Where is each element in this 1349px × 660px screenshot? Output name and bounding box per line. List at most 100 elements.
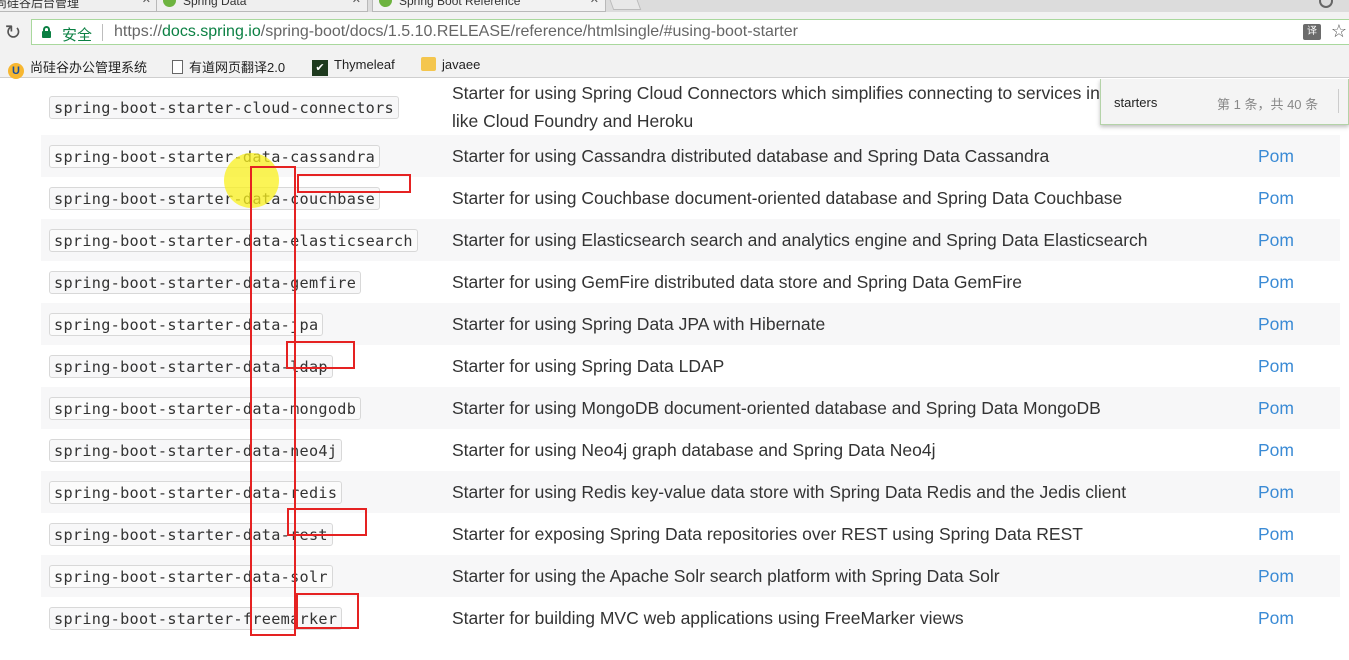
find-input[interactable]: starters: [1114, 95, 1157, 110]
pom-link[interactable]: Pom: [1252, 387, 1340, 429]
new-tab-button[interactable]: [606, 0, 642, 10]
reload-icon[interactable]: ↻: [2, 20, 24, 45]
url-text[interactable]: https://docs.spring.io/spring-boot/docs/…: [114, 23, 798, 41]
bookmark-label: 尚硅谷办公管理系统: [30, 60, 148, 75]
table-row: spring-boot-starter-data-solr Starter for…: [41, 555, 1340, 597]
table-row: spring-boot-starter-data-gemfire Starter …: [41, 261, 1340, 303]
url-path: /spring-boot/docs/1.5.10.RELEASE/referen…: [260, 23, 798, 40]
pom-link[interactable]: Pom: [1252, 261, 1340, 303]
bookmark-item[interactable]: javaee: [421, 57, 480, 72]
table-row: spring-boot-starter-data-elasticsearch St…: [41, 219, 1340, 261]
starter-name-cell: spring-boot-starter-data-rest: [41, 513, 444, 555]
table-row: spring-boot-starter-data-jpa Starter for …: [41, 303, 1340, 345]
starter-name-cell: spring-boot-starter-data-mongodb: [41, 387, 444, 429]
bookmark-item[interactable]: U 尚硅谷办公管理系统: [8, 57, 147, 79]
starter-name-cell: spring-boot-starter-data-ldap: [41, 345, 444, 387]
url-scheme: https://: [114, 23, 163, 40]
starter-name: spring-boot-starter-cloud-connectors: [49, 95, 399, 119]
url-host: docs.spring.io: [162, 23, 261, 40]
pom-link[interactable]: Pom: [1252, 597, 1340, 639]
bookmark-label: javaee: [442, 57, 481, 72]
starter-name: spring-boot-starter-data-mongodb: [49, 396, 362, 420]
close-icon[interactable]: ✕: [352, 0, 361, 6]
starter-description: Starter for using Redis key-value data s…: [444, 471, 1252, 513]
annotation-box-data: [250, 166, 296, 636]
bookmarks-bar: U 尚硅谷办公管理系统 有道网页翻译2.0 ✔ Thymeleaf javaee: [0, 54, 1349, 79]
starter-name-cell: spring-boot-starter-data-jpa: [41, 303, 444, 345]
starter-name-cell: spring-boot-starter-freemarker: [41, 597, 444, 639]
logo-icon: U: [8, 63, 24, 79]
tab-title: Spring Data: [183, 0, 247, 8]
annotation-box-cassandra: [297, 174, 411, 193]
pom-link[interactable]: Pom: [1252, 429, 1340, 471]
starter-description: Starter for using the Apache Solr search…: [444, 555, 1252, 597]
tab-spring-boot-reference[interactable]: Spring Boot Reference ✕: [372, 0, 606, 12]
starter-description: Starter for using Couchbase document-ori…: [452, 188, 1123, 208]
table-row: spring-boot-starter-data-redis Starter fo…: [41, 471, 1340, 513]
pom-link[interactable]: Pom: [1252, 513, 1340, 555]
table-row: spring-boot-starter-data-neo4j Starter fo…: [41, 429, 1340, 471]
pom-link[interactable]: Pom: [1252, 345, 1340, 387]
pom-link[interactable]: Pom: [1252, 471, 1340, 513]
starter-name: spring-boot-starter-data-redis: [49, 480, 343, 504]
starter-description: Starter for exposing Spring Data reposit…: [452, 524, 1083, 544]
translate-icon[interactable]: 译: [1303, 24, 1321, 40]
table-row: spring-boot-starter-data-rest Starter for…: [41, 513, 1340, 555]
tab-spring-data[interactable]: Spring Data ✕: [156, 0, 368, 12]
starter-description: Starter for using Neo4j graph database a…: [452, 440, 936, 460]
annotation-box-solr: [296, 593, 359, 629]
tab-title: 尚硅谷后台管理: [0, 0, 80, 10]
starter-description: Starter for using GemFire distributed da…: [452, 272, 1022, 292]
starter-description: Starter for using Spring Data JPA with H…: [444, 303, 1252, 345]
table-row: spring-boot-starter-freemarker Starter fo…: [41, 597, 1340, 639]
pom-link[interactable]: Pom: [1252, 555, 1340, 597]
starter-description: Starter for using Elasticsearch search a…: [444, 219, 1252, 261]
starter-name-cell: spring-boot-starter-data-gemfire: [41, 261, 444, 303]
pom-link[interactable]: Pom: [1252, 135, 1340, 177]
close-icon[interactable]: ✕: [142, 0, 151, 6]
annotation-box-redis: [287, 508, 367, 536]
divider: [102, 24, 103, 41]
bookmark-label: Thymeleaf: [334, 57, 395, 72]
bookmark-item[interactable]: 有道网页翻译2.0: [172, 57, 285, 76]
pom-link[interactable]: Pom: [1252, 177, 1340, 219]
tab-strip: 尚硅谷后台管理 ✕ Spring Data ✕ Spring Boot Refe…: [0, 0, 1349, 12]
spring-leaf-icon: [379, 0, 392, 7]
starter-description: Starter for using Spring Data LDAP: [452, 356, 725, 376]
starter-name-cell: spring-boot-starter-data-neo4j: [41, 429, 444, 471]
browser-toolbar: ↻ 安全 https://docs.spring.io/spring-boot/…: [0, 12, 1349, 54]
annotation-box-jpa: [286, 341, 355, 369]
close-icon[interactable]: ✕: [590, 0, 599, 6]
starter-name: spring-boot-starter-data-elasticsearch: [49, 228, 418, 252]
starter-name-cell: spring-boot-starter-data-redis: [41, 471, 444, 513]
tab-admin[interactable]: 尚硅谷后台管理 ✕: [0, 0, 158, 12]
pom-link[interactable]: Pom: [1252, 219, 1340, 261]
bookmark-label: 有道网页翻译2.0: [189, 60, 286, 75]
page-content: spring-boot-starter-cloud-connectors spri…: [0, 79, 1349, 660]
starter-name: spring-boot-starter-data-cassandra: [49, 144, 381, 168]
find-match-count: 第 1 条，共 40 条: [1217, 97, 1319, 112]
table-row: spring-boot-starter-data-mongodb Starter …: [41, 387, 1340, 429]
folder-icon: [421, 57, 436, 71]
bookmark-item[interactable]: ✔ Thymeleaf: [312, 57, 395, 76]
tab-title: Spring Boot Reference: [399, 0, 521, 8]
divider: [1338, 89, 1339, 113]
pom-link[interactable]: Pom: [1252, 303, 1340, 345]
starter-name-cell: spring-boot-starter-data-elasticsearch: [41, 219, 444, 261]
lock-icon[interactable]: [42, 26, 51, 38]
user-menu-icon[interactable]: [1319, 0, 1333, 8]
table-row: spring-boot-starter-data-ldap Starter for…: [41, 345, 1340, 387]
find-bar: starters 第 1 条，共 40 条: [1100, 79, 1349, 125]
spring-leaf-icon: [163, 0, 176, 7]
bookmark-star-icon[interactable]: ☆: [1331, 21, 1347, 42]
starter-name: spring-boot-starter-data-neo4j: [49, 438, 343, 462]
starter-name-cell: spring-boot-starter-data-solr: [41, 555, 444, 597]
starter-description: Starter for building MVC web application…: [452, 608, 964, 628]
page-icon: [172, 60, 183, 74]
starter-description: Starter for using Cassandra distributed …: [444, 135, 1252, 177]
address-bar[interactable]: 安全 https://docs.spring.io/spring-boot/do…: [31, 19, 1349, 45]
checkbox-icon: ✔: [312, 60, 328, 76]
starter-description: Starter for using MongoDB document-orien…: [444, 387, 1252, 429]
starter-name: spring-boot-starter-data-gemfire: [49, 270, 362, 294]
security-label: 安全: [62, 27, 93, 44]
